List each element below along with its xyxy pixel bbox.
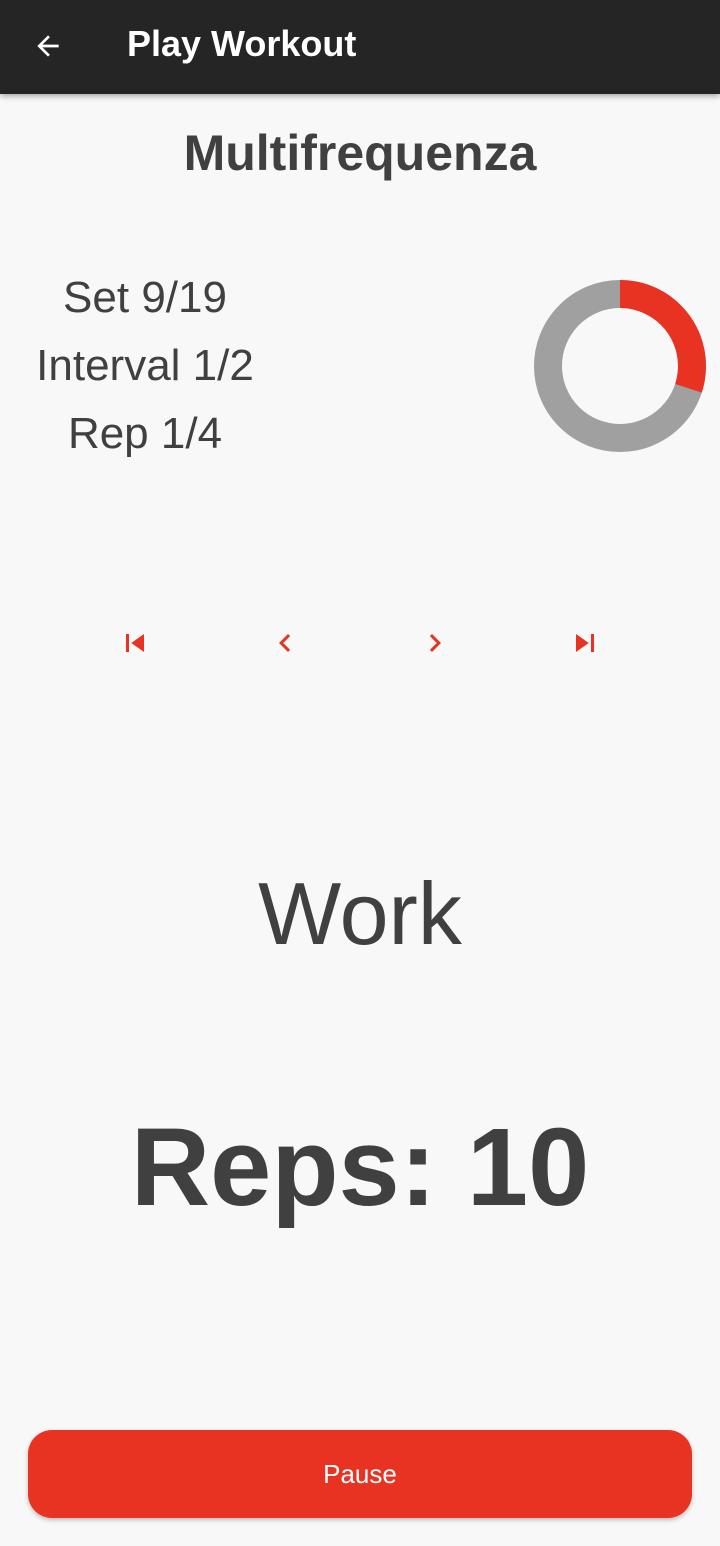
- workout-counters: Set 9/19 Interval 1/2 Rep 1/4: [10, 264, 280, 468]
- set-counter: Set 9/19: [63, 273, 227, 322]
- chevron-left-icon: [279, 634, 291, 652]
- phase-label: Work: [258, 864, 462, 963]
- rep-counter: Rep 1/4: [67, 409, 223, 458]
- pause-button[interactable]: Pause: [28, 1430, 692, 1518]
- first-button[interactable]: [112, 620, 158, 666]
- chevron-right-icon: [429, 634, 441, 652]
- next-button[interactable]: [412, 620, 458, 666]
- back-button[interactable]: [20, 20, 76, 72]
- arrow-left-icon: [37, 35, 59, 57]
- skip-next-icon: [576, 634, 594, 652]
- workout-title: Multifrequenza: [183, 125, 537, 181]
- app-bar: Play Workout: [0, 0, 720, 94]
- skip-previous-icon: [126, 634, 144, 652]
- app-bar-title: Play Workout: [127, 23, 357, 64]
- reps-label: Reps: 10: [130, 1106, 590, 1229]
- interval-counter: Interval 1/2: [36, 341, 254, 390]
- last-button[interactable]: [562, 620, 608, 666]
- progress-ring: [534, 280, 706, 452]
- previous-button[interactable]: [262, 620, 308, 666]
